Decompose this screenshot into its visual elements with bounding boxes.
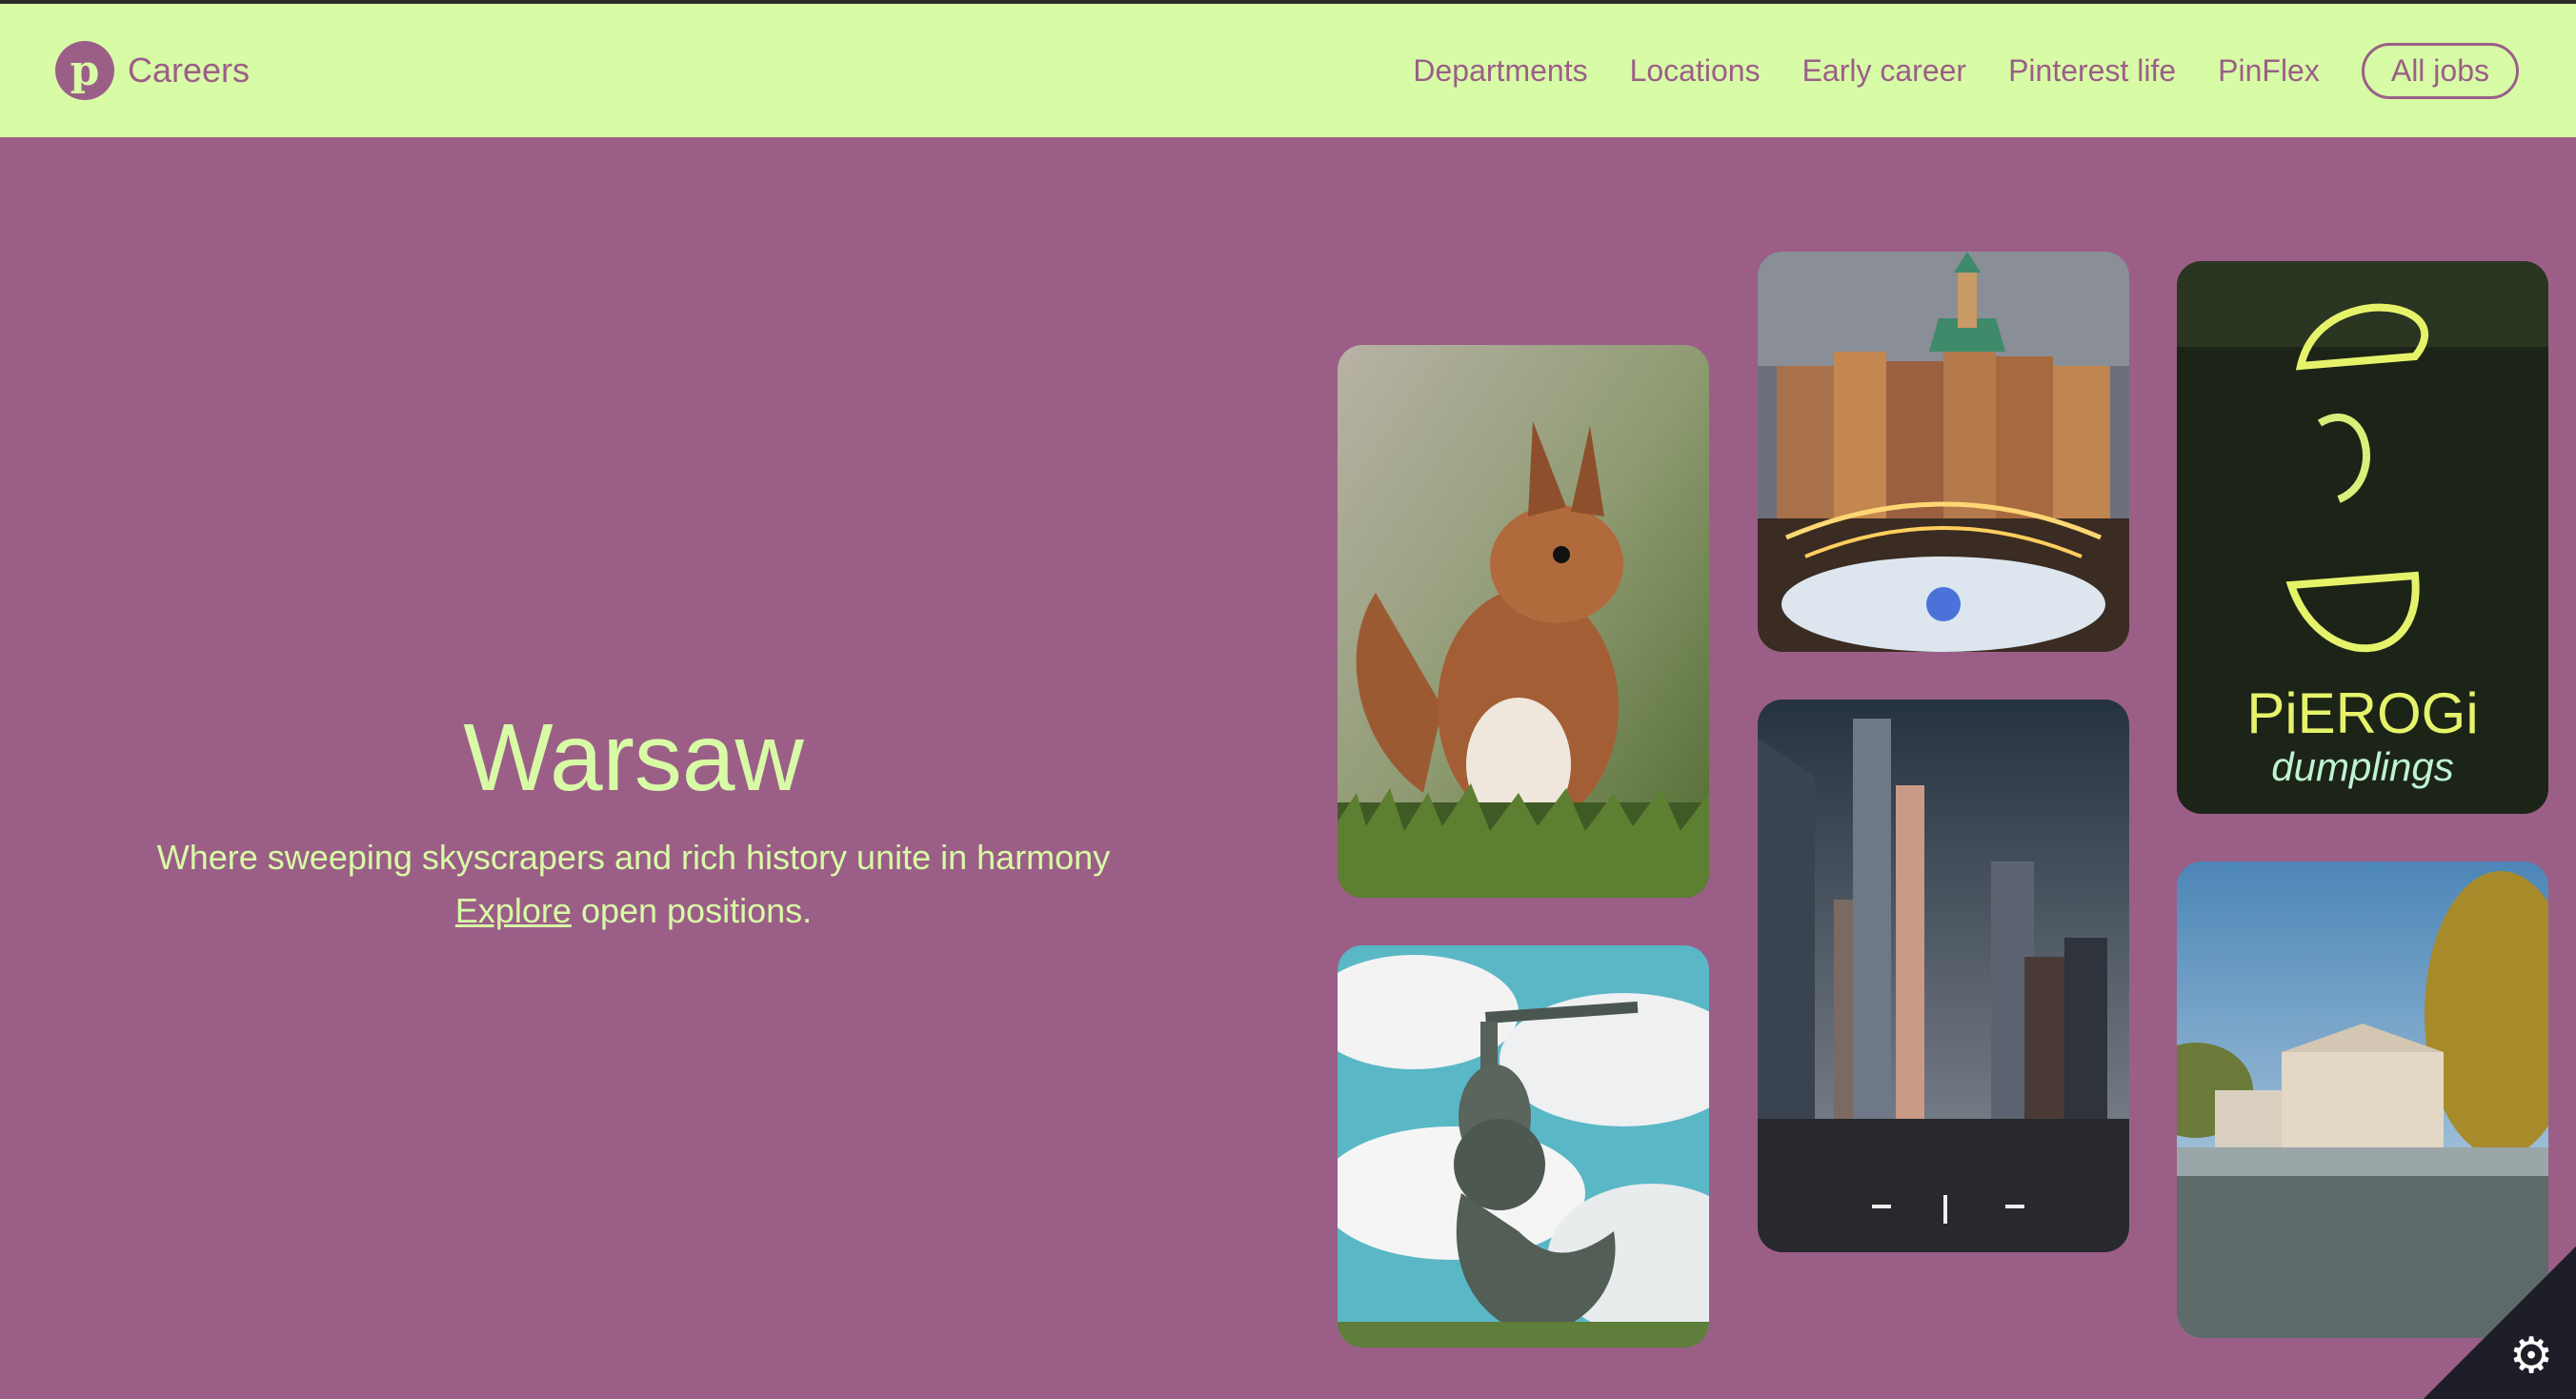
- hero: Warsaw Where sweeping skyscrapers and ri…: [57, 705, 1210, 938]
- gear-icon[interactable]: ⚙: [2506, 1330, 2557, 1382]
- brand-text[interactable]: Careers: [128, 51, 250, 91]
- hero-title: Warsaw: [463, 704, 804, 811]
- hero-cta-line: Explore open positions.: [57, 884, 1210, 938]
- hero-subtitle: Where sweeping skyscrapers and rich hist…: [156, 838, 1111, 877]
- mermaid-statue-photo[interactable]: [1338, 945, 1709, 1348]
- squirrel-photo[interactable]: [1338, 345, 1709, 898]
- hero-cta-suffix: open positions.: [571, 891, 813, 930]
- pinterest-logo-icon[interactable]: p: [55, 41, 114, 100]
- nav-pinterest-life[interactable]: Pinterest life: [2008, 53, 2176, 89]
- nav-early-career[interactable]: Early career: [1802, 53, 1967, 89]
- nav-locations[interactable]: Locations: [1630, 53, 1761, 89]
- nav-pinflex[interactable]: PinFlex: [2218, 53, 2320, 89]
- all-jobs-button[interactable]: All jobs: [2361, 42, 2519, 99]
- neon-line1: PiEROGi: [2246, 681, 2478, 745]
- neon-line2: dumplings: [2271, 744, 2453, 789]
- main-nav: Departments Locations Early career Pinte…: [1413, 42, 2519, 99]
- pierogi-neon-photo[interactable]: PiEROGi dumplings: [2177, 261, 2548, 814]
- old-town-photo[interactable]: [1758, 252, 2129, 652]
- explore-link[interactable]: Explore: [455, 891, 572, 930]
- skyscrapers-photo[interactable]: [1758, 700, 2129, 1252]
- nav-departments[interactable]: Departments: [1413, 53, 1587, 89]
- brand[interactable]: p Careers: [55, 41, 250, 100]
- site-header: p Careers Departments Locations Early ca…: [0, 4, 2576, 137]
